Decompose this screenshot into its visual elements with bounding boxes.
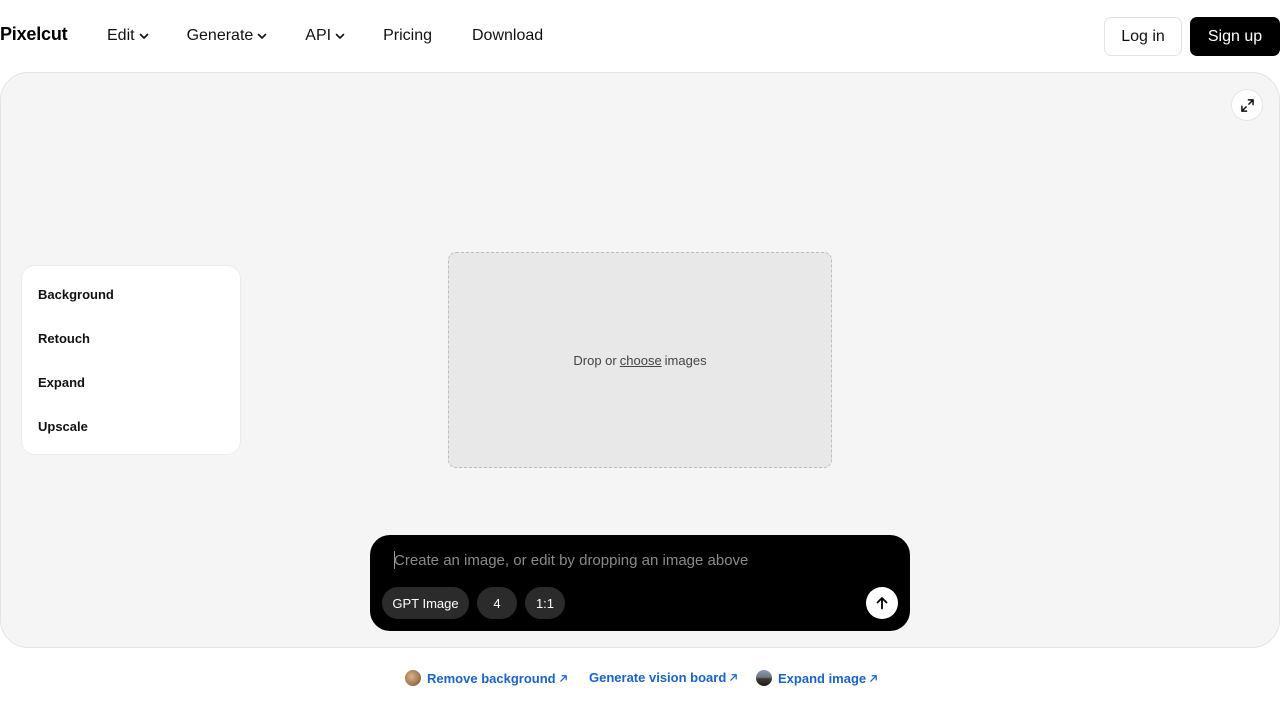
remove-background-link[interactable]: Remove background <box>405 670 568 686</box>
image-dropzone[interactable]: Drop or choose images <box>448 252 832 468</box>
remove-background-label: Remove background <box>427 670 556 686</box>
expand-image-link[interactable]: Expand image <box>756 670 878 686</box>
external-arrow-icon <box>870 674 877 682</box>
nav-download-link[interactable]: Download <box>472 26 543 46</box>
chevron-down-icon <box>335 33 345 39</box>
prompt-input[interactable] <box>394 549 854 571</box>
tool-upscale[interactable]: Upscale <box>38 419 88 434</box>
chevron-down-icon <box>257 33 267 39</box>
prompt-box: GPT Image 4 1:1 <box>370 535 910 631</box>
tool-retouch[interactable]: Retouch <box>38 331 90 346</box>
nav-api-dropdown[interactable]: API <box>305 26 345 46</box>
nav-generate-label: Generate <box>186 27 254 44</box>
signup-button[interactable]: Sign up <box>1190 17 1280 56</box>
fullscreen-button[interactable] <box>1231 89 1263 121</box>
nav-generate-dropdown[interactable]: Generate <box>187 26 268 46</box>
pixelcut-logo[interactable]: Pixelcut <box>0 24 68 45</box>
submit-prompt-button[interactable] <box>866 587 898 619</box>
aspect-ratio-chip[interactable]: 1:1 <box>525 587 565 619</box>
nav-edit-dropdown[interactable]: Edit <box>107 26 149 46</box>
external-arrow-icon <box>559 674 567 682</box>
tool-background[interactable]: Background <box>38 287 114 302</box>
chevron-down-icon <box>139 33 148 39</box>
expand-arrows-icon <box>1240 98 1254 112</box>
model-select-chip[interactable]: GPT Image <box>382 587 469 619</box>
nav-pricing-link[interactable]: Pricing <box>383 26 432 46</box>
choose-images-link[interactable]: choose <box>620 353 662 368</box>
image-count-chip[interactable]: 4 <box>477 587 517 619</box>
tools-panel: Background Retouch Expand Upscale <box>21 265 241 455</box>
generate-vision-board-label: Generate vision board <box>589 670 727 685</box>
quick-links: Remove background Generate vision board … <box>0 670 1280 688</box>
dropzone-text-after: images <box>664 352 707 368</box>
generate-vision-board-link[interactable]: Generate vision board <box>589 670 738 685</box>
login-button[interactable]: Log in <box>1104 17 1182 56</box>
expand-image-label: Expand image <box>778 670 867 686</box>
external-arrow-icon <box>730 674 738 681</box>
nav-api-label: API <box>305 27 332 44</box>
landscape-thumbnail-icon <box>756 670 772 686</box>
nav-edit-label: Edit <box>107 27 135 44</box>
top-navigation-bar: Pixelcut Edit Generate API Pricing Downl… <box>0 0 1280 72</box>
main-nav: Edit Generate API Pricing Download <box>107 26 543 46</box>
portrait-thumbnail-icon <box>405 670 421 686</box>
dropzone-text-before: Drop or <box>573 352 617 368</box>
arrow-up-icon <box>876 597 888 610</box>
tool-expand[interactable]: Expand <box>38 375 85 390</box>
